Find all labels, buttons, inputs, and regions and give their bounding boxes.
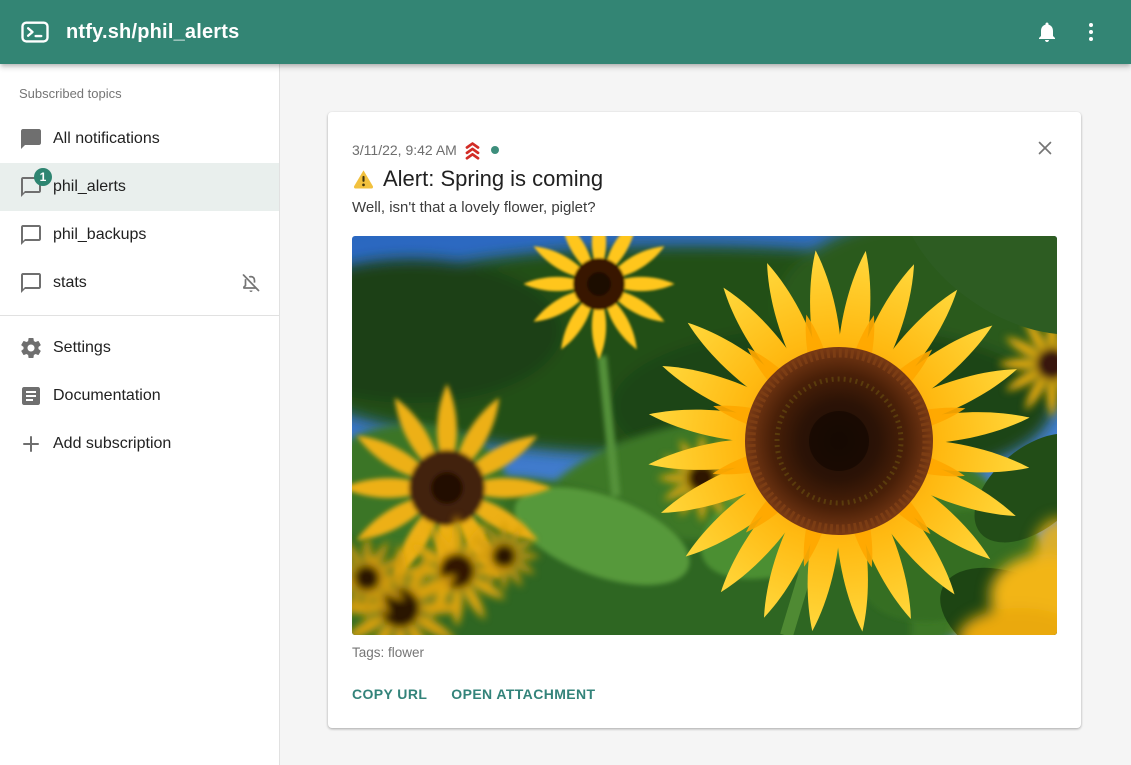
sidebar-divider bbox=[0, 315, 279, 316]
sidebar-item-label: Add subscription bbox=[53, 435, 171, 453]
copy-url-button[interactable]: COPY URL bbox=[352, 686, 427, 702]
sidebar-item-label: Settings bbox=[53, 339, 111, 357]
sidebar-item-documentation[interactable]: Documentation bbox=[0, 372, 279, 420]
notifications-button[interactable] bbox=[1023, 8, 1071, 56]
notification-tags: Tags: flower bbox=[352, 645, 1057, 660]
article-icon bbox=[19, 384, 43, 408]
close-icon bbox=[1034, 137, 1056, 159]
sidebar-item-all-notifications[interactable]: All notifications bbox=[0, 115, 279, 163]
chat-bubble-outline-icon bbox=[19, 271, 43, 295]
app-bar: ntfy.sh/phil_alerts bbox=[0, 0, 1131, 64]
priority-urgent-icon bbox=[462, 141, 483, 160]
notification-body: Well, isn't that a lovely flower, piglet… bbox=[352, 199, 1057, 216]
sidebar-item-stats[interactable]: stats bbox=[0, 259, 279, 307]
chat-bubble-filled-icon bbox=[19, 127, 43, 151]
ntfy-app: ntfy.sh/phil_alerts Subscribed topics bbox=[0, 0, 1131, 765]
chat-bubble-outline-icon bbox=[19, 223, 43, 247]
unread-dot-icon bbox=[491, 146, 499, 154]
kebab-menu-icon bbox=[1079, 20, 1103, 44]
sidebar-item-label: phil_alerts bbox=[53, 178, 126, 196]
sidebar: Subscribed topics All notifications 1 ph… bbox=[0, 64, 280, 765]
open-attachment-button[interactable]: OPEN ATTACHMENT bbox=[451, 686, 595, 702]
terminal-logo-icon bbox=[20, 17, 50, 47]
notification-card: 3/11/22, 9:42 AM bbox=[328, 112, 1081, 728]
sidebar-item-settings[interactable]: Settings bbox=[0, 324, 279, 372]
sidebar-item-add-subscription[interactable]: Add subscription bbox=[0, 420, 279, 468]
sidebar-item-label: All notifications bbox=[53, 130, 160, 148]
sidebar-item-label: stats bbox=[53, 274, 87, 292]
bell-icon bbox=[1035, 20, 1059, 44]
subscribed-topics-label: Subscribed topics bbox=[0, 80, 279, 115]
sidebar-item-label: phil_backups bbox=[53, 226, 146, 244]
notifications-off-icon bbox=[239, 271, 263, 295]
notification-timestamp: 3/11/22, 9:42 AM bbox=[352, 142, 457, 158]
gear-icon bbox=[19, 336, 43, 360]
plus-icon bbox=[19, 432, 43, 456]
chat-bubble-outline-icon: 1 bbox=[19, 175, 43, 199]
unread-count-badge: 1 bbox=[34, 168, 52, 186]
close-notification-button[interactable] bbox=[1033, 136, 1057, 160]
sidebar-item-phil-backups[interactable]: phil_backups bbox=[0, 211, 279, 259]
warning-emoji-icon bbox=[352, 168, 375, 190]
overflow-menu-button[interactable] bbox=[1071, 8, 1111, 56]
main-content: 3/11/22, 9:42 AM bbox=[280, 64, 1131, 765]
page-title: ntfy.sh/phil_alerts bbox=[66, 21, 239, 44]
sidebar-item-label: Documentation bbox=[53, 387, 161, 405]
sidebar-item-phil-alerts[interactable]: 1 phil_alerts bbox=[0, 163, 279, 211]
attachment-image-sunflowers[interactable] bbox=[352, 236, 1057, 635]
notification-title: Alert: Spring is coming bbox=[383, 166, 603, 192]
